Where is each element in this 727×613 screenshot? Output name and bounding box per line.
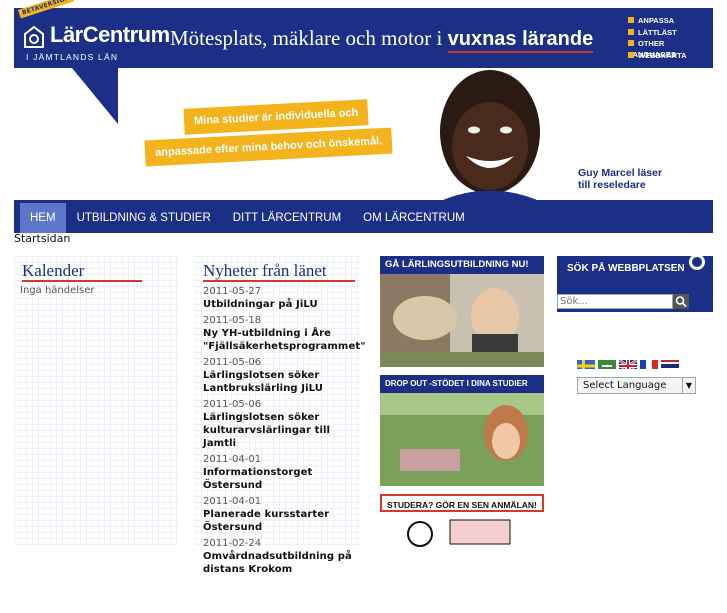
language-select-value: Select Language — [583, 380, 667, 391]
language-flags — [577, 357, 679, 369]
promo-dropout[interactable]: DROP OUT -STÖDET I DINA STUDIER — [380, 375, 544, 486]
promo-sen-anmalan[interactable]: STUDERA? GÖR EN SEN ANMÄLAN! — [380, 494, 544, 605]
news-link[interactable]: Lärlingslotsen söker Lantbrukslärling Ji… — [203, 369, 361, 395]
calendar-title: Kalender — [22, 261, 178, 282]
news-item[interactable]: 2011-02-24 Omvårdnadsutbildning på distan… — [203, 538, 361, 576]
news-item[interactable]: 2011-05-06 Lärlingslotsen söker kulturarv… — [203, 399, 361, 450]
calendar-widget: Kalender Inga händelser — [14, 256, 178, 545]
news-date: 2011-05-27 — [203, 286, 262, 297]
language-select[interactable]: Select Language ▼ — [577, 377, 696, 394]
news-date: 2011-04-01 — [203, 496, 262, 507]
breadcrumb[interactable]: Startsidan — [14, 232, 70, 245]
magnifier-icon — [689, 254, 705, 270]
english-flag-icon[interactable] — [619, 357, 637, 369]
news-item[interactable]: 2011-05-18 Ny YH-utbildning i Åre "Fjälls… — [203, 315, 365, 353]
search-button[interactable] — [673, 294, 689, 309]
search-title: SÖK PÅ WEBBPLATSEN — [567, 263, 685, 274]
news-date: 2011-04-01 — [203, 454, 262, 465]
swedish-flag-icon[interactable] — [577, 357, 595, 369]
news-title: Nyheter från länet — [203, 261, 361, 282]
news-link[interactable]: Utbildningar på JiLU — [203, 298, 361, 311]
news-item[interactable]: 2011-05-27 Utbildningar på JiLU — [203, 286, 361, 311]
news-link[interactable]: Informationstorget Östersund — [203, 466, 361, 492]
search-strip — [557, 312, 713, 317]
news-item[interactable]: 2011-05-06 Lärlingslotsen söker Lantbruks… — [203, 357, 361, 395]
news-link[interactable]: Omvårdnadsutbildning på distans Krokom — [203, 550, 361, 576]
news-item[interactable]: 2011-04-01 Informationstorget Östersund — [203, 454, 361, 492]
search-input[interactable] — [557, 294, 673, 309]
news-date: 2011-05-06 — [203, 357, 262, 368]
news-date: 2011-05-06 — [203, 399, 262, 410]
news-item[interactable]: 2011-04-01 Planerade kursstarter Östersun… — [203, 496, 361, 534]
news-list: 2011-05-27 Utbildningar på JiLU 2011-05-1… — [203, 286, 365, 576]
promo-dropout-label: DROP OUT -STÖDET I DINA STUDIER — [380, 375, 544, 393]
news-date: 2011-02-24 — [203, 538, 262, 549]
calendar-empty-text: Inga händelser — [20, 285, 95, 296]
search-widget: SÖK PÅ WEBBPLATSEN — [557, 254, 713, 317]
news-link[interactable]: Lärlingslotsen söker kulturarvslärlingar… — [203, 411, 361, 450]
promo-larling[interactable]: GÅ LÄRLINGSUTBILDNING NU! — [380, 256, 544, 367]
right-sidebar: SÖK PÅ WEBBPLATSEN Sök... Select Languag… — [557, 254, 713, 394]
content-area: Startsidan Kalender Inga händelser Nyhet… — [14, 0, 713, 605]
french-flag-icon[interactable] — [640, 357, 658, 369]
promo-column: GÅ LÄRLINGSUTBILDNING NU! DROP OUT -STÖD… — [380, 256, 544, 613]
arabic-flag-icon[interactable] — [598, 357, 616, 369]
news-link[interactable]: Planerade kursstarter Östersund — [203, 508, 361, 534]
news-date: 2011-05-18 — [203, 315, 262, 326]
news-widget: Nyheter från länet 2011-05-27 Utbildninga… — [195, 256, 365, 575]
promo-larling-label: GÅ LÄRLINGSUTBILDNING NU! — [380, 256, 544, 274]
news-link[interactable]: Ny YH-utbildning i Åre "Fjällsäkerhetspr… — [203, 327, 365, 353]
thai-flag-icon[interactable] — [661, 357, 679, 369]
search-icon — [675, 296, 687, 308]
chevron-down-icon: ▼ — [682, 378, 695, 393]
promo-sen-anmalan-label: STUDERA? GÖR EN SEN ANMÄLAN! — [380, 494, 544, 512]
